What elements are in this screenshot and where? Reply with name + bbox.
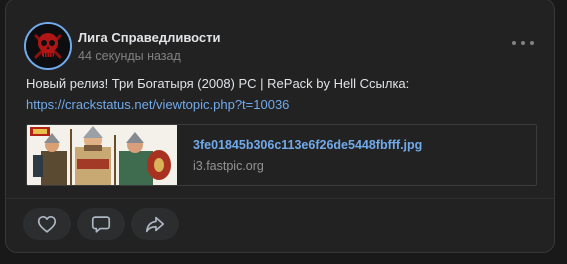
post-text: Новый релиз! Три Богатыря (2008) PC | Re… bbox=[26, 73, 546, 115]
bogatyrs-picture bbox=[27, 125, 177, 185]
attachment-domain: i3.fastpic.org bbox=[193, 159, 264, 173]
attachment-thumbnail bbox=[27, 125, 177, 185]
post-time[interactable]: 44 секунды назад bbox=[78, 49, 181, 63]
more-dots-icon[interactable] bbox=[512, 33, 534, 53]
like-button[interactable] bbox=[23, 208, 71, 240]
dot bbox=[521, 41, 525, 45]
post-text-line: Новый релиз! Три Богатыря (2008) PC | Re… bbox=[26, 76, 410, 91]
link-attachment[interactable]: 3fe01845b306c113e6f26de5448fbfff.jpg i3.… bbox=[26, 124, 537, 186]
heart-icon bbox=[37, 216, 57, 233]
dot bbox=[530, 41, 534, 45]
dot bbox=[512, 41, 516, 45]
post-card: Лига Справедливости 44 секунды назад Нов… bbox=[5, 0, 555, 253]
author-name[interactable]: Лига Справедливости bbox=[78, 30, 221, 45]
post-link[interactable]: https://crackstatus.net/viewtopic.php?t=… bbox=[26, 97, 289, 112]
comment-button[interactable] bbox=[77, 208, 125, 240]
share-icon bbox=[145, 216, 165, 233]
author-avatar[interactable] bbox=[24, 22, 72, 70]
comment-icon bbox=[91, 216, 111, 233]
divider bbox=[6, 198, 554, 199]
share-button[interactable] bbox=[131, 208, 179, 240]
red-skull-icon bbox=[26, 24, 70, 68]
attachment-filename[interactable]: 3fe01845b306c113e6f26de5448fbfff.jpg bbox=[193, 138, 422, 152]
